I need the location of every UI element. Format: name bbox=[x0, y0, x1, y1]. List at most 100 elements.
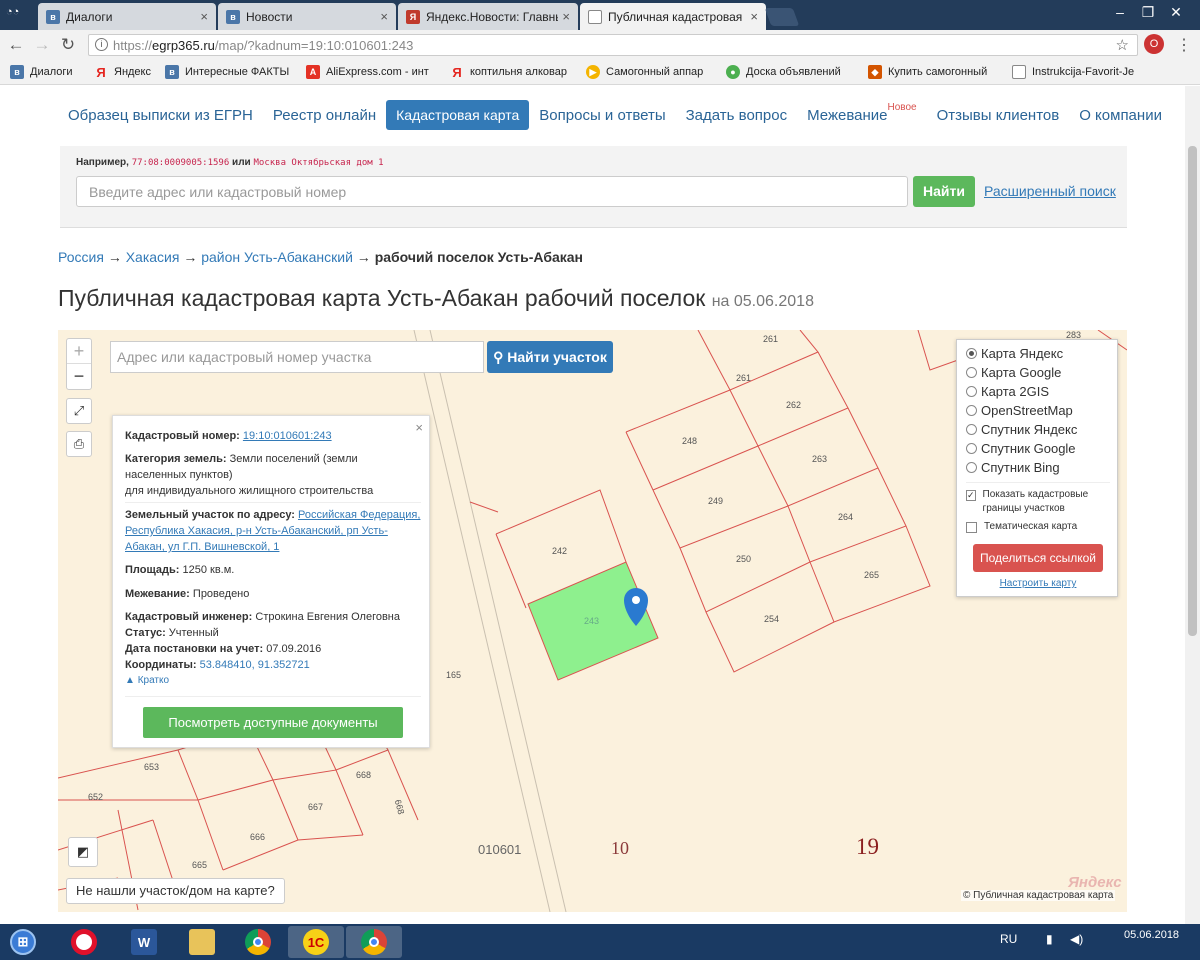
view-documents-button[interactable]: Посмотреть доступные документы bbox=[143, 707, 403, 738]
taskbar-explorer[interactable] bbox=[174, 926, 230, 958]
nav-item-surveying[interactable]: МежеваниеНовое bbox=[797, 99, 926, 131]
fullscreen-icon[interactable]: ⤢ bbox=[66, 398, 92, 424]
minimize-icon[interactable]: – bbox=[1110, 4, 1130, 20]
close-icon[interactable]: × bbox=[200, 9, 208, 24]
taskbar-chrome-active[interactable] bbox=[346, 926, 402, 958]
opera-extension-icon[interactable]: O bbox=[1144, 34, 1164, 54]
example-cadastral-code[interactable]: 77:08:0009005:1596 bbox=[132, 158, 230, 168]
tab-cadastral-map[interactable]: Публичная кадастровая × bbox=[580, 3, 766, 30]
info-icon[interactable]: i bbox=[95, 38, 108, 51]
bookmark-item[interactable]: ▶ Самогонный аппар bbox=[586, 65, 703, 79]
reload-icon[interactable]: ↻ bbox=[58, 35, 78, 55]
bookmark-item[interactable]: в Диалоги bbox=[10, 65, 73, 79]
scrollbar-thumb[interactable] bbox=[1188, 146, 1197, 636]
thematic-option[interactable]: Тематическая карта bbox=[966, 520, 1077, 534]
parcel-search-input[interactable]: Адрес или кадастровый номер участка bbox=[110, 341, 484, 373]
language-indicator[interactable]: RU bbox=[1000, 932, 1017, 946]
radio-icon[interactable] bbox=[966, 443, 977, 454]
checkbox-icon[interactable] bbox=[966, 521, 977, 533]
taskbar-1c[interactable]: 1С bbox=[288, 926, 344, 958]
taskbar-word[interactable]: W bbox=[116, 926, 172, 958]
layer-option[interactable]: Спутник Яндекс bbox=[966, 422, 1077, 437]
taskbar-opera[interactable] bbox=[56, 926, 112, 958]
nav-item-sample-extract[interactable]: Образец выписки из ЕГРН bbox=[58, 100, 263, 131]
layer-option[interactable]: OpenStreetMap bbox=[966, 403, 1073, 418]
volume-icon[interactable]: ◀) bbox=[1070, 932, 1083, 946]
bookmark-item[interactable]: Я Яндекс bbox=[94, 65, 151, 80]
search-button[interactable]: Найти bbox=[913, 176, 975, 207]
zoom-out-button[interactable]: − bbox=[67, 364, 91, 389]
show-borders-option[interactable]: ✓ Показать кадастровые границы участков bbox=[966, 488, 1114, 516]
vk-icon: в bbox=[226, 9, 240, 24]
nav-item-faq[interactable]: Вопросы и ответы bbox=[529, 100, 675, 131]
back-icon[interactable]: ← bbox=[6, 35, 26, 55]
coordinates-value[interactable]: 53.848410, 91.352721 bbox=[200, 659, 310, 671]
restore-icon[interactable]: ❐ bbox=[1138, 4, 1158, 21]
layer-option[interactable]: Карта Google bbox=[966, 365, 1061, 380]
url-field[interactable]: i https://egrp365.ru/map/?kadnum=19:10:0… bbox=[88, 34, 1138, 56]
nav-item-registry-online[interactable]: Реестр онлайн bbox=[263, 100, 386, 131]
forward-icon[interactable]: → bbox=[32, 35, 52, 55]
bookmark-item[interactable]: A AliExpress.com - инт bbox=[306, 65, 429, 79]
share-link-button[interactable]: Поделиться ссылкой bbox=[973, 544, 1103, 572]
layer-option[interactable]: Спутник Bing bbox=[966, 460, 1060, 475]
play-icon: ▶ bbox=[586, 65, 600, 79]
nav-item-reviews[interactable]: Отзывы клиентов bbox=[927, 100, 1070, 131]
new-tab-button[interactable] bbox=[764, 8, 800, 26]
search-input[interactable]: Введите адрес или кадастровый номер bbox=[76, 176, 908, 207]
start-button[interactable]: ⊞ bbox=[0, 926, 46, 958]
tab-news[interactable]: в Новости × bbox=[218, 3, 396, 30]
taskbar-clock[interactable]: 05.06.2018 bbox=[1124, 928, 1179, 942]
breadcrumb-link[interactable]: Россия bbox=[58, 249, 104, 265]
bookmark-item[interactable]: ◆ Купить самогонный bbox=[868, 65, 987, 79]
cadastral-map[interactable]: 261 283 261 262 248 263 249 264 242 250 … bbox=[58, 330, 1127, 912]
collapse-link[interactable]: ▲ Кратко bbox=[125, 673, 421, 689]
close-icon[interactable]: × bbox=[750, 9, 758, 24]
network-icon[interactable]: ▮ bbox=[1046, 932, 1053, 946]
radio-icon[interactable] bbox=[966, 348, 977, 359]
tab-yandex-news[interactable]: Я Яндекс.Новости: Главны × bbox=[398, 3, 578, 30]
layer-option[interactable]: Карта 2GIS bbox=[966, 384, 1049, 399]
radio-icon[interactable] bbox=[966, 424, 977, 435]
advanced-search-link[interactable]: Расширенный поиск bbox=[984, 183, 1116, 199]
breadcrumb-link[interactable]: Хакасия bbox=[126, 249, 180, 265]
bookmark-item[interactable]: Instrukcija-Favorit-Je bbox=[1012, 65, 1134, 79]
bookmark-star-icon[interactable]: ☆ bbox=[1116, 36, 1129, 54]
nav-item-ask-question[interactable]: Задать вопрос bbox=[676, 100, 797, 131]
map-copyright: © Публичная кадастровая карта bbox=[961, 890, 1116, 901]
radio-icon[interactable] bbox=[966, 386, 977, 397]
cadastral-number-link[interactable]: 19:10:010601:243 bbox=[243, 430, 332, 442]
site-nav: Образец выписки из ЕГРН Реестр онлайн Ка… bbox=[58, 98, 1172, 132]
layer-option[interactable]: Карта Яндекс bbox=[966, 346, 1063, 361]
bookmark-item[interactable]: в Интересные ФАКТЫ bbox=[165, 65, 289, 79]
parcel-label: 262 bbox=[786, 400, 802, 410]
example-address-code[interactable]: Москва Октябрьская дом 1 bbox=[253, 158, 383, 168]
taskbar-chrome[interactable] bbox=[230, 926, 286, 958]
ruler-icon[interactable]: ◩ bbox=[68, 837, 98, 867]
radio-icon[interactable] bbox=[966, 462, 977, 473]
print-icon[interactable]: ⎙ bbox=[66, 431, 92, 457]
bookmark-item[interactable]: ● Доска объявлений bbox=[726, 65, 841, 79]
configure-map-link[interactable]: Настроить карту bbox=[957, 578, 1119, 589]
not-found-button[interactable]: Не нашли участок/дом на карте? bbox=[66, 878, 285, 904]
layer-option[interactable]: Спутник Google bbox=[966, 441, 1076, 456]
parcel-label: 263 bbox=[812, 454, 828, 464]
page-scrollbar[interactable] bbox=[1185, 86, 1200, 924]
checkbox-checked-icon[interactable]: ✓ bbox=[966, 490, 976, 501]
zoom-in-button[interactable]: + bbox=[67, 339, 91, 364]
breadcrumb-link[interactable]: район Усть-Абаканский bbox=[201, 249, 353, 265]
browser-menu-icon[interactable]: ⋮ bbox=[1176, 35, 1192, 55]
windows-taskbar: ⊞ W 1С RU ▮ ◀) 05.06.2018 bbox=[0, 924, 1200, 960]
opera-icon bbox=[71, 929, 97, 955]
nav-item-cadastral-map[interactable]: Кадастровая карта bbox=[386, 100, 530, 130]
nav-item-about[interactable]: О компании bbox=[1069, 100, 1172, 131]
radio-icon[interactable] bbox=[966, 405, 977, 416]
radio-icon[interactable] bbox=[966, 367, 977, 378]
avito-icon: ● bbox=[726, 65, 740, 79]
find-parcel-button[interactable]: ⚲ Найти участок bbox=[487, 341, 613, 373]
window-close-icon[interactable]: ✕ bbox=[1166, 4, 1186, 21]
bookmark-item[interactable]: Якоптильня алковар bbox=[450, 65, 567, 80]
tab-dialogs[interactable]: в Диалоги × bbox=[38, 3, 216, 30]
close-icon[interactable]: × bbox=[380, 9, 388, 24]
close-icon[interactable]: × bbox=[562, 9, 570, 24]
